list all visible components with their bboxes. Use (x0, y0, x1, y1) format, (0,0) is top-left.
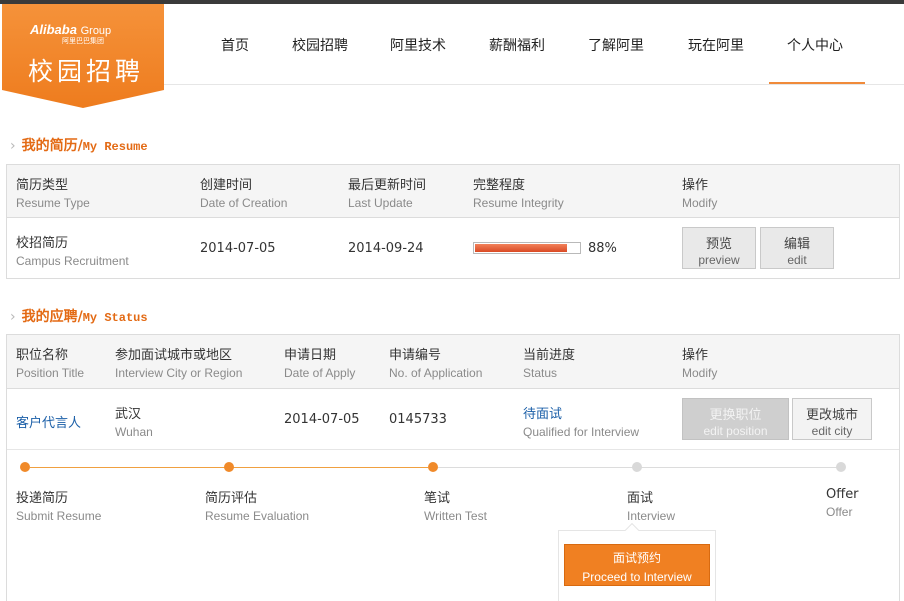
position-title-link[interactable]: 客户代言人 (16, 412, 81, 431)
nav-item-about[interactable]: 了解阿里 (588, 35, 644, 55)
integrity-percent: 88% (588, 241, 617, 256)
resume-section-title: › 我的简历/My Resume (10, 138, 148, 154)
step-dot-evaluation (224, 462, 234, 472)
status-table-header: 职位名称 Position Title 参加面试城市或地区 Interview Ci… (7, 335, 899, 389)
step-offer: Offer Offer (826, 487, 859, 519)
chevron-right-icon: › (10, 138, 16, 154)
current-status: 待面试 Qualified for Interview (523, 407, 640, 439)
col-date-creation: 创建时间 Date of Creation (200, 178, 288, 210)
col-application-no: 申请编号 No. of Application (389, 348, 483, 380)
step-dot-interview (632, 462, 642, 472)
edit-resume-button[interactable]: 编辑 edit (760, 227, 834, 269)
step-interview: 面试 Interview (627, 491, 676, 523)
step-resume-evaluation: 简历评估 Resume Evaluation (205, 491, 310, 523)
proceed-to-interview-button[interactable]: 面试预约 Proceed to Interview (564, 544, 710, 586)
status-section-title: › 我的应聘/My Status (10, 309, 148, 325)
col-interview-city: 参加面试城市或地区 Interview City or Region (115, 348, 243, 380)
row-divider (7, 449, 899, 450)
apply-date: 2014-07-05 (284, 412, 360, 427)
col-position-title: 职位名称 Position Title (16, 348, 85, 380)
application-number: 0145733 (389, 412, 447, 427)
step-written-test: 笔试 Written Test (424, 491, 487, 523)
nav-divider (164, 84, 904, 85)
col-status: 当前进度 Status (523, 348, 576, 380)
resume-updated-date: 2014-09-24 (348, 241, 424, 256)
resume-type: 校招简历 Campus Recruitment (16, 236, 129, 268)
interview-city: 武汉 Wuhan (115, 407, 153, 439)
preview-button[interactable]: 预览 preview (682, 227, 756, 269)
step-submit-resume: 投递简历 Submit Resume (16, 491, 102, 523)
resume-table-header: 简历类型 Resume Type 创建时间 Date of Creation 最后更… (7, 165, 899, 218)
col-date-apply: 申请日期 Date of Apply (284, 348, 356, 380)
logo-brand: Alibaba Group (30, 22, 112, 37)
nav-item-home[interactable]: 首页 (221, 35, 249, 55)
nav-item-tech[interactable]: 阿里技术 (390, 35, 446, 55)
col-modify: 操作 Modify (682, 348, 718, 380)
step-dot-written-test (428, 462, 438, 472)
resume-created-date: 2014-07-05 (200, 241, 276, 256)
col-resume-integrity: 完整程度 Resume Integrity (473, 178, 564, 210)
col-modify: 操作 Modify (682, 178, 718, 210)
edit-position-button[interactable]: 更换职位 edit position (682, 398, 789, 440)
resume-table: 简历类型 Resume Type 创建时间 Date of Creation 最后更… (6, 164, 900, 279)
integrity-progress-bar (473, 242, 581, 254)
step-dot-submit (20, 462, 30, 472)
integrity-progress-fill (475, 244, 567, 252)
edit-city-button[interactable]: 更改城市 edit city (792, 398, 872, 440)
site-logo[interactable]: Alibaba Group 阿里巴巴集团 校园招聘 (2, 4, 164, 108)
step-dot-offer (836, 462, 846, 472)
col-resume-type: 简历类型 Resume Type (16, 178, 90, 210)
nav-item-personal-center[interactable]: 个人中心 (787, 35, 843, 55)
nav-active-indicator (769, 82, 865, 84)
nav-item-benefits[interactable]: 薪酬福利 (489, 35, 545, 55)
logo-title: 校园招聘 (28, 57, 145, 86)
col-last-update: 最后更新时间 Last Update (348, 178, 427, 210)
nav-item-campus-recruit[interactable]: 校园招聘 (292, 35, 348, 55)
nav-item-life[interactable]: 玩在阿里 (688, 35, 744, 55)
chevron-right-icon: › (10, 309, 16, 325)
logo-subtitle: 阿里巴巴集团 (62, 37, 104, 45)
